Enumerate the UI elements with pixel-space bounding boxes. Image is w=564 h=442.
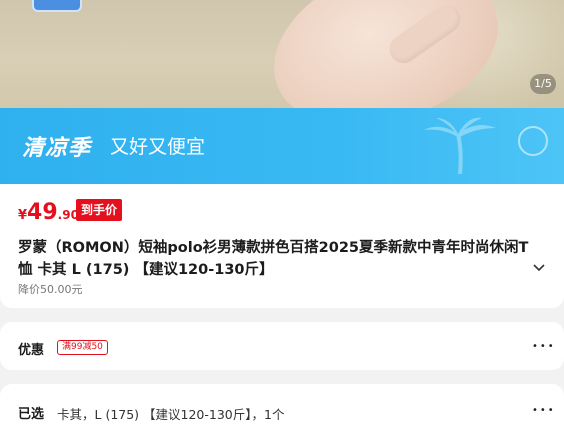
banner-subtitle: 又好又便宜 (110, 136, 206, 158)
price-card: ¥49.90 到手价 罗蒙（ROMON）短袖polo衫男薄款拼色百搭2025夏季… (0, 184, 564, 308)
chevron-down-icon[interactable] (533, 260, 545, 276)
thumbnail-tag (32, 0, 82, 12)
beach-ball-icon (518, 126, 548, 156)
promo-banner: 清凉季 又好又便宜 (0, 108, 564, 184)
promotion-row[interactable]: 优惠 满99减50 ••• (0, 322, 564, 370)
price-integer: 49 (27, 200, 58, 225)
current-price: ¥49.90 (18, 200, 79, 225)
selected-spec-value: 卡其，L (175) 【建议120-130斤】，1个 (57, 407, 285, 422)
palm-tree-icon (424, 117, 496, 175)
more-dots-icon[interactable]: ••• (532, 341, 556, 352)
price-drop-note: 降价50.00元 (18, 283, 83, 296)
selected-label: 已选 (18, 407, 45, 422)
final-price-tag: 到手价 (76, 199, 123, 221)
image-counter: 1/5 (530, 74, 556, 94)
banner-title: 清凉季 (22, 136, 92, 161)
product-image-gallery[interactable]: 1/5 (0, 0, 564, 108)
price-currency: ¥ (18, 208, 28, 223)
coupon-badge: 满99减50 (57, 340, 108, 355)
selected-spec-row[interactable]: 已选 卡其，L (175) 【建议120-130斤】，1个 ••• (0, 384, 564, 442)
product-title: 罗蒙（ROMON）短袖polo衫男薄款拼色百搭2025夏季新款中青年时尚休闲T恤… (18, 240, 529, 278)
promotion-label: 优惠 (18, 343, 45, 358)
more-dots-icon[interactable]: ••• (532, 405, 556, 416)
